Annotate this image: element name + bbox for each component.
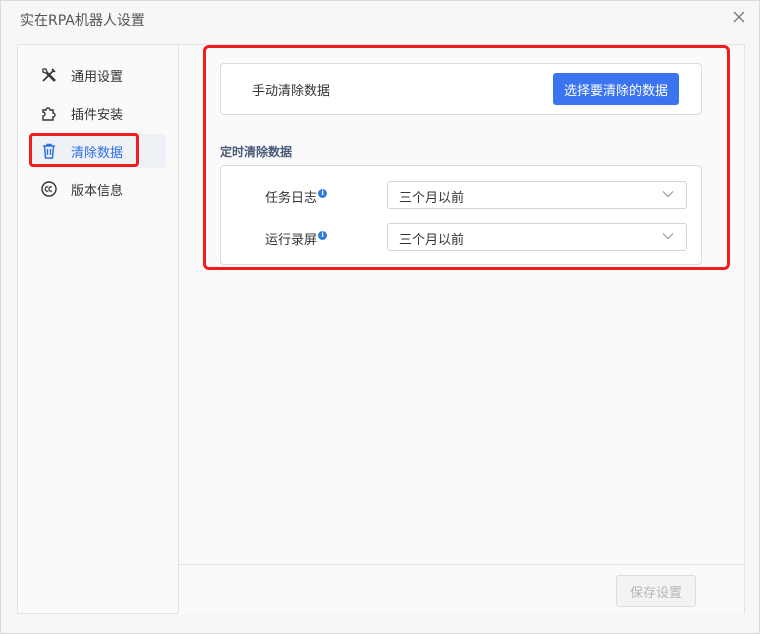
title-bar: 实在RPA机器人设置	[1, 1, 759, 35]
window-title: 实在RPA机器人设置	[20, 13, 145, 29]
sidebar-item-label: 通用设置	[71, 69, 124, 85]
row-label-text: 任务日志	[265, 191, 318, 206]
sidebar-item-label: 清除数据	[71, 145, 124, 161]
info-icon[interactable]: i	[318, 231, 328, 240]
select-value: 三个月以前	[399, 191, 465, 206]
sidebar-item-label: 版本信息	[71, 183, 124, 199]
settings-panel: 通用设置 插件安装 清除数据 版本信息 手动清除数据 选择要清除的数据 定时清除…	[17, 44, 745, 614]
chevron-down-icon	[662, 233, 674, 240]
puzzle-icon	[40, 104, 58, 122]
task-log-label: 任务日志 i	[265, 187, 328, 206]
content-area: 手动清除数据 选择要清除的数据 定时清除数据 任务日志 i 三个月以前 运行录屏	[179, 45, 744, 614]
screen-recording-label: 运行录屏 i	[265, 229, 328, 248]
row-label-text: 运行录屏	[265, 233, 318, 248]
sidebar-item-plugins[interactable]: 插件安装	[30, 96, 166, 130]
info-icon[interactable]: i	[318, 189, 328, 198]
manual-clear-label: 手动清除数据	[252, 84, 331, 99]
sidebar: 通用设置 插件安装 清除数据 版本信息	[18, 45, 179, 613]
task-log-select[interactable]: 三个月以前	[387, 181, 687, 209]
sidebar-item-version[interactable]: 版本信息	[30, 172, 166, 206]
tools-icon	[40, 66, 58, 84]
save-settings-button[interactable]: 保存设置	[616, 575, 696, 607]
screen-recording-select[interactable]: 三个月以前	[387, 223, 687, 251]
manual-clear-card: 手动清除数据 选择要清除的数据	[220, 63, 702, 115]
close-icon	[733, 11, 745, 23]
copyright-icon	[40, 180, 58, 198]
scheduled-clear-card: 任务日志 i 三个月以前 运行录屏 i 三个月以前	[220, 165, 702, 265]
section-title: 定时清除数据	[220, 145, 293, 159]
trash-icon	[40, 142, 58, 160]
sidebar-item-clear-data[interactable]: 清除数据	[30, 134, 166, 168]
close-button[interactable]	[729, 7, 749, 27]
settings-window: 实在RPA机器人设置 通用设置 插件安装 清除数据 版本信息 手动清除数据 选择…	[0, 0, 760, 634]
sidebar-item-general[interactable]: 通用设置	[30, 58, 166, 92]
select-value: 三个月以前	[399, 233, 465, 248]
footer: 保存设置	[179, 564, 744, 614]
sidebar-item-label: 插件安装	[71, 107, 124, 123]
select-data-to-clear-button[interactable]: 选择要清除的数据	[553, 73, 679, 105]
chevron-down-icon	[662, 191, 674, 198]
